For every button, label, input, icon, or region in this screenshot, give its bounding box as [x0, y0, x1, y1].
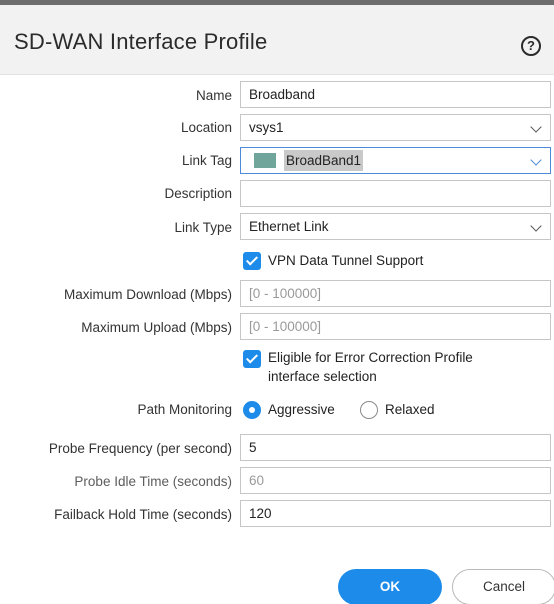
link-type-label: Link Type	[174, 220, 232, 235]
dialog-header: SD-WAN Interface Profile ?	[0, 5, 554, 75]
radio-aggressive[interactable]	[243, 401, 261, 419]
probe-idle-input[interactable]: 60	[240, 467, 551, 494]
link-tag-value: BroadBand1	[284, 150, 364, 171]
max-download-label: Maximum Download (Mbps)	[63, 287, 232, 302]
dialog-title: SD-WAN Interface Profile	[14, 29, 268, 54]
max-upload-label: Maximum Upload (Mbps)	[81, 320, 232, 335]
cancel-button[interactable]: Cancel	[452, 569, 554, 604]
radio-relaxed[interactable]	[360, 401, 378, 419]
probe-frequency-label: Probe Frequency (per second)	[48, 441, 232, 456]
chevron-down-icon	[530, 121, 542, 133]
aggressive-label: Aggressive	[268, 402, 335, 417]
failback-hold-label: Failback Hold Time (seconds)	[54, 507, 232, 522]
failback-hold-input[interactable]: 120	[240, 500, 551, 527]
location-value: vsys1	[249, 120, 284, 135]
link-tag-select[interactable]: BroadBand1	[240, 147, 551, 174]
name-label: Name	[195, 88, 232, 103]
link-type-value: Ethernet Link	[249, 219, 329, 234]
max-download-input[interactable]: [0 - 100000]	[240, 280, 551, 307]
probe-frequency-input[interactable]: 5	[240, 434, 551, 461]
location-label: Location	[180, 120, 232, 135]
vpn-tunnel-label: VPN Data Tunnel Support	[268, 253, 424, 268]
link-tag-label: Link Tag	[181, 153, 232, 168]
path-monitoring-label: Path Monitoring	[137, 402, 232, 417]
relaxed-label: Relaxed	[385, 402, 435, 417]
description-input[interactable]	[240, 180, 551, 207]
vpn-tunnel-checkbox[interactable]	[243, 252, 261, 270]
chevron-down-icon	[530, 220, 542, 232]
probe-idle-label: Probe Idle Time (seconds)	[74, 474, 232, 489]
error-correction-label-2: interface selection	[268, 369, 377, 384]
link-type-select[interactable]: Ethernet Link	[240, 213, 551, 240]
error-correction-label-1: Eligible for Error Correction Profile	[268, 350, 473, 365]
location-select[interactable]: vsys1	[240, 114, 551, 141]
ok-button[interactable]: OK	[338, 569, 442, 604]
max-upload-input[interactable]: [0 - 100000]	[240, 313, 551, 340]
description-label: Description	[164, 186, 232, 201]
help-icon[interactable]: ?	[521, 36, 541, 56]
error-correction-checkbox[interactable]	[243, 350, 261, 368]
name-input[interactable]: Broadband	[240, 81, 551, 108]
chevron-down-icon	[530, 154, 542, 166]
tag-color-swatch	[254, 153, 276, 168]
